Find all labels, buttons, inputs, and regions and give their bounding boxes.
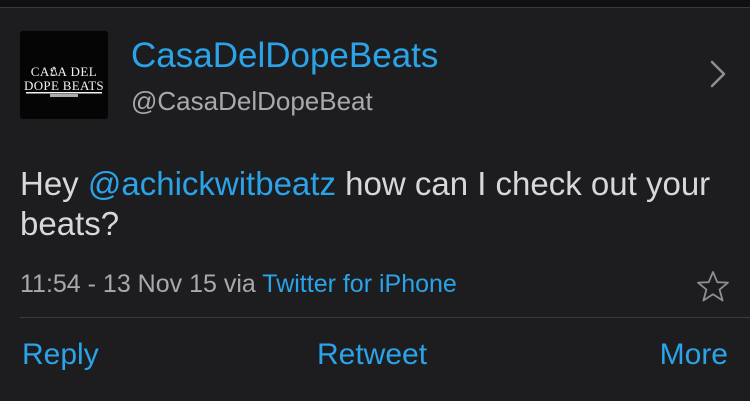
retweet-button[interactable]: Retweet — [317, 335, 427, 375]
tweet-text-before: Hey — [20, 165, 88, 202]
client-link[interactable]: Twitter for iPhone — [262, 270, 457, 298]
tweet-meta: 11:54 - 13 Nov 15 via Twitter for iPhone — [20, 264, 457, 304]
divider — [20, 317, 750, 318]
tweet-detail-screen: CASA DEL DOPE BEATS CasaDelDopeBeats @Ca… — [0, 8, 750, 401]
tweet-text: Hey @achickwitbeatz how can I check out … — [20, 164, 720, 244]
via-label: via — [216, 270, 263, 298]
avatar-text-line2: DOPE BEATS — [24, 78, 104, 93]
timestamp: 11:54 - 13 Nov 15 — [20, 270, 217, 298]
chevron-right-icon[interactable] — [706, 56, 730, 92]
avatar-text-line1: CASA DEL — [31, 64, 97, 79]
mention-link[interactable]: @achickwitbeatz — [88, 165, 336, 202]
more-button[interactable]: More — [660, 335, 728, 375]
star-icon[interactable] — [696, 270, 730, 304]
display-name[interactable]: CasaDelDopeBeats — [131, 34, 438, 78]
top-edge — [0, 0, 750, 8]
avatar-logo: CASA DEL DOPE BEATS — [20, 31, 108, 119]
username-handle[interactable]: @CasaDelDopeBeat — [131, 84, 373, 118]
avatar[interactable]: CASA DEL DOPE BEATS — [20, 31, 108, 119]
reply-button[interactable]: Reply — [22, 335, 99, 375]
